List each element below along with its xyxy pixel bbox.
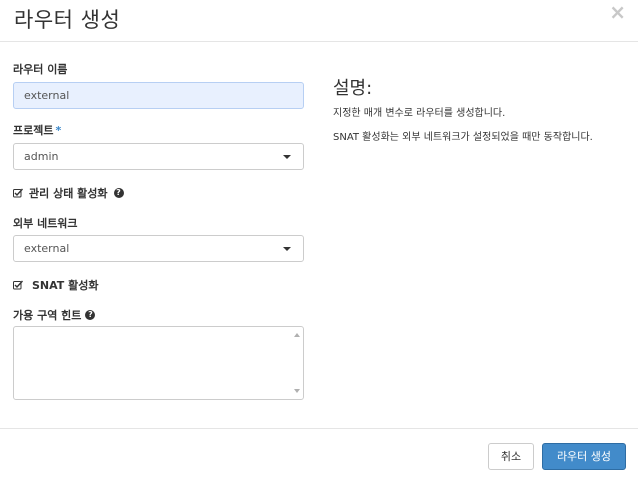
scroll-down-icon[interactable] xyxy=(294,389,300,393)
cancel-button[interactable]: 취소 xyxy=(488,443,534,470)
description-title: 설명: xyxy=(333,78,373,99)
external-network-select-value: external xyxy=(24,242,70,255)
required-asterisk: * xyxy=(55,124,62,137)
help-icon[interactable]: ? xyxy=(85,310,96,320)
chevron-down-icon xyxy=(283,247,291,251)
admin-state-label: 관리 상태 활성화 xyxy=(29,187,108,200)
scrollbar[interactable] xyxy=(291,327,303,399)
project-select[interactable]: admin xyxy=(13,143,304,170)
snat-checkbox[interactable]: SNAT 활성화 xyxy=(13,277,98,293)
modal-footer: 취소 라우터 생성 xyxy=(0,428,638,480)
create-router-button[interactable]: 라우터 생성 xyxy=(542,443,626,470)
snat-label: SNAT 활성화 xyxy=(32,279,99,292)
admin-state-checkbox[interactable]: 관리 상태 활성화 ? xyxy=(13,185,124,201)
close-icon[interactable]: × xyxy=(609,2,626,22)
project-label: 프로젝트 * xyxy=(13,122,61,138)
modal-header: 라우터 생성 × xyxy=(0,0,638,42)
help-icon[interactable]: ? xyxy=(113,188,124,198)
router-name-input[interactable] xyxy=(13,82,304,109)
checkbox-checked-icon xyxy=(13,280,23,290)
description-text-1: 지정한 매개 변수로 라우터를 생성합니다. xyxy=(333,108,506,119)
project-label-text: 프로젝트 xyxy=(13,124,54,137)
checkbox-checked-icon xyxy=(13,188,23,198)
az-hint-label-row: 가용 구역 힌트 ? xyxy=(13,307,96,323)
chevron-down-icon xyxy=(283,155,291,159)
router-name-label: 라우터 이름 xyxy=(13,63,68,76)
description-text-2: SNAT 활성화는 외부 네트워크가 설정되었을 때만 동작합니다. xyxy=(333,132,593,143)
external-network-select[interactable]: external xyxy=(13,235,304,262)
scroll-up-icon[interactable] xyxy=(294,333,300,337)
modal-title: 라우터 생성 xyxy=(14,8,121,32)
az-hint-textarea[interactable] xyxy=(13,326,304,400)
external-network-label: 외부 네트워크 xyxy=(13,217,78,230)
project-select-value: admin xyxy=(24,150,59,163)
az-hint-label: 가용 구역 힌트 xyxy=(13,309,82,322)
